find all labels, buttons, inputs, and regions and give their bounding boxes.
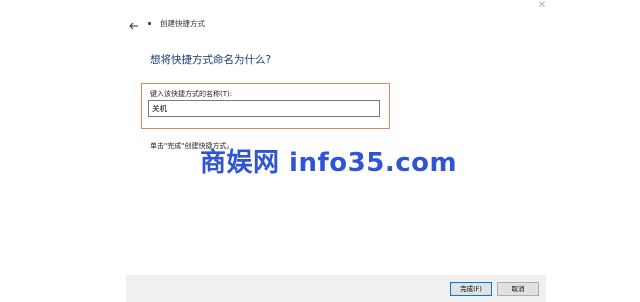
finish-button[interactable]: 完成(F) [450,282,492,296]
shortcut-name-label: 键入该快捷方式的名称(T): [150,90,233,98]
page-heading: 想将快捷方式命名为什么? [150,54,272,66]
watermark-text: 商娱网 info35.com [200,148,458,178]
shortcut-icon [148,22,151,25]
close-icon[interactable]: ✕ [535,0,549,12]
shortcut-name-input[interactable] [148,100,380,117]
back-arrow-icon[interactable] [128,17,140,30]
cancel-button[interactable]: 取消 [497,282,539,296]
window-title: 创建快捷方式 [160,19,205,28]
create-shortcut-dialog: ✕ 创建快捷方式 想将快捷方式命名为什么? 键入该快捷方式的名称(T): 单击"… [0,0,640,302]
